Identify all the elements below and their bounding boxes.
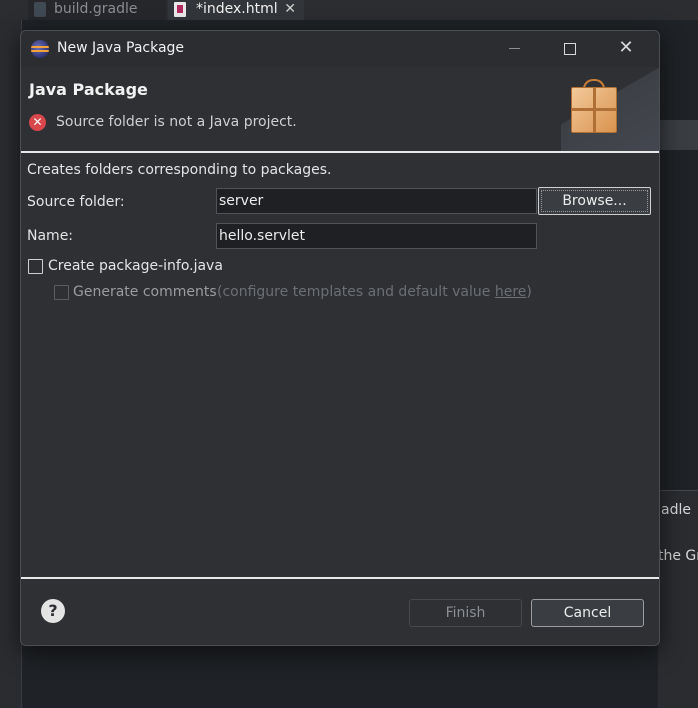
- close-icon[interactable]: ✕: [284, 0, 296, 18]
- name-label: Name:: [27, 228, 74, 244]
- background-text: adle: [661, 502, 691, 518]
- wizard-banner: Java Package ✕ Source folder is not a Ja…: [21, 67, 659, 151]
- new-java-package-dialog: New Java Package ✕ Java Package ✕ Source…: [20, 30, 660, 646]
- generate-comments-label: Generate comments: [73, 284, 217, 300]
- hint-suffix: ): [526, 284, 532, 300]
- dialog-titlebar[interactable]: New Java Package ✕: [21, 31, 659, 67]
- finish-button[interactable]: Finish: [409, 599, 522, 627]
- tab-index-html[interactable]: *index.html ✕: [168, 0, 304, 20]
- error-icon: ✕: [29, 114, 46, 131]
- ide-left-gutter: [0, 20, 22, 708]
- ide-background-panel: [658, 490, 698, 708]
- create-package-info-checkbox[interactable]: [28, 259, 43, 274]
- create-package-info-label[interactable]: Create package-info.java: [48, 258, 223, 274]
- package-name-input[interactable]: [216, 223, 537, 249]
- configure-templates-hint: (configure templates and default value h…: [217, 284, 532, 300]
- background-text: the Gr: [658, 548, 698, 564]
- minimize-button[interactable]: [491, 31, 537, 67]
- cancel-button[interactable]: Cancel: [531, 599, 644, 627]
- tab-label: build.gradle: [54, 1, 138, 17]
- ide-background-strip: [658, 120, 698, 150]
- close-button[interactable]: ✕: [603, 31, 649, 67]
- source-folder-input[interactable]: [216, 188, 537, 214]
- error-message: Source folder is not a Java project.: [56, 114, 297, 130]
- tab-label: *index.html: [196, 1, 278, 17]
- maximize-button[interactable]: [547, 31, 593, 67]
- tab-build-gradle[interactable]: build.gradle: [28, 0, 166, 20]
- eclipse-icon: [31, 40, 49, 58]
- generate-comments-checkbox: [54, 285, 69, 300]
- configure-templates-link[interactable]: here: [495, 284, 527, 300]
- banner-divider: [21, 151, 659, 153]
- dialog-title: New Java Package: [57, 40, 185, 56]
- html-file-icon: [174, 2, 186, 17]
- editor-tab-bar: build.gradle *index.html ✕: [0, 0, 698, 20]
- wizard-description: Creates folders corresponding to package…: [27, 162, 332, 178]
- hint-prefix: (configure templates and default value: [217, 284, 495, 300]
- help-icon[interactable]: ?: [41, 599, 65, 623]
- package-icon: [571, 87, 617, 133]
- gradle-file-icon: [34, 2, 46, 17]
- source-folder-label: Source folder:: [27, 194, 125, 210]
- footer-divider: [21, 577, 659, 579]
- browse-button[interactable]: Browse...: [538, 187, 651, 215]
- wizard-heading: Java Package: [29, 80, 148, 99]
